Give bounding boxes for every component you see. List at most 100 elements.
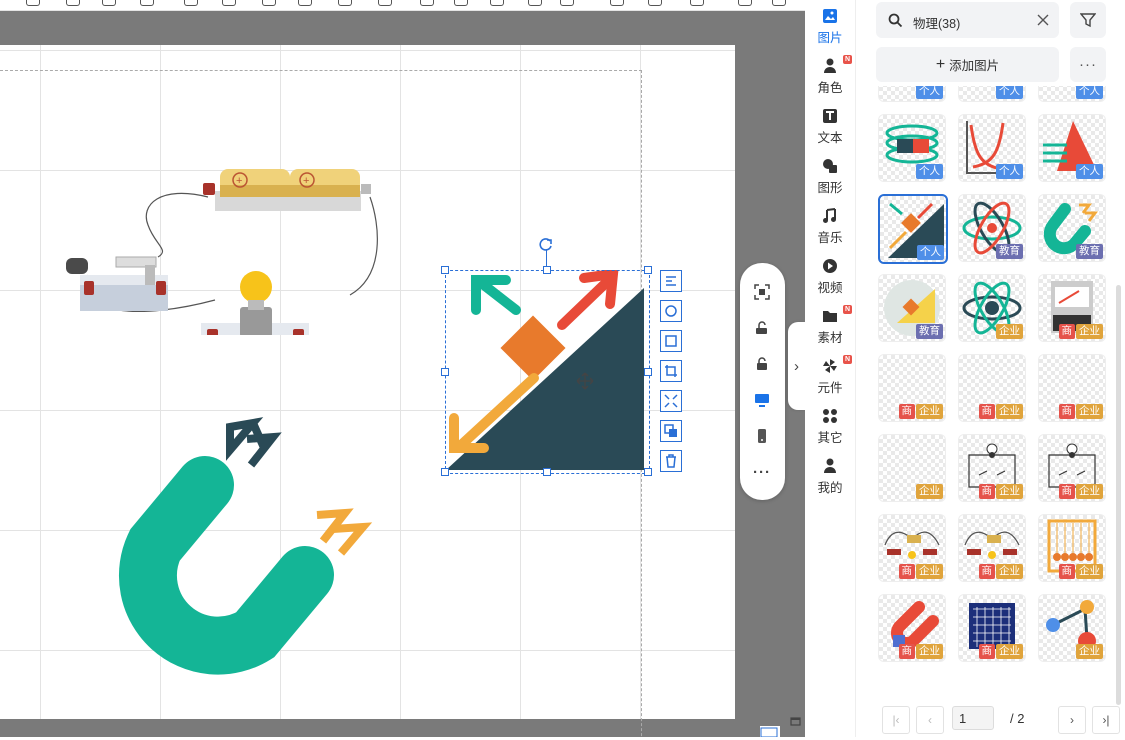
fit-page-icon[interactable] bbox=[760, 726, 780, 738]
tag-ent: 企业 bbox=[996, 644, 1023, 659]
resize-handle[interactable] bbox=[543, 468, 551, 476]
nav-item-mine[interactable]: 我的 bbox=[805, 454, 855, 500]
resize-handle[interactable] bbox=[441, 266, 449, 274]
toolbar-icon[interactable] bbox=[338, 0, 352, 6]
clear-search-icon[interactable] bbox=[1037, 14, 1049, 26]
image-thumb-circuit[interactable]: 商企业 bbox=[1038, 434, 1106, 502]
circuit-illustration[interactable]: + + bbox=[60, 145, 390, 335]
toolbar-icon[interactable] bbox=[66, 0, 80, 6]
expand-tool-icon[interactable] bbox=[660, 390, 682, 412]
tag-ent: 企业 bbox=[1076, 564, 1103, 579]
image-thumb-pie[interactable]: 教育 bbox=[878, 274, 946, 342]
resize-handle[interactable] bbox=[644, 266, 652, 274]
resize-handle[interactable] bbox=[441, 368, 449, 376]
image-thumb-blank[interactable]: 商企业 bbox=[878, 354, 946, 422]
editor-canvas[interactable]: + + ··· › bbox=[0, 11, 805, 737]
image-thumb-atom[interactable]: 教育 bbox=[958, 194, 1026, 262]
toolbar-icon[interactable] bbox=[222, 0, 236, 6]
fit-tool-icon[interactable] bbox=[660, 330, 682, 352]
nav-item-text[interactable]: 文本 bbox=[805, 104, 855, 150]
image-thumb-wires[interactable]: 商企业 bbox=[958, 514, 1026, 582]
toolbar-icon[interactable] bbox=[610, 0, 624, 6]
toolbar-icon[interactable] bbox=[454, 0, 468, 6]
toolbar-icon[interactable] bbox=[298, 0, 312, 6]
toolbar-icon[interactable] bbox=[378, 0, 392, 6]
image-thumb-magnet[interactable]: 教育 bbox=[1038, 194, 1106, 262]
toolbar-icon[interactable] bbox=[772, 0, 786, 6]
next-page-button[interactable]: › bbox=[1058, 706, 1086, 734]
image-thumb[interactable]: 个人 bbox=[1038, 86, 1106, 102]
image-thumb-diag[interactable]: 个人 bbox=[878, 194, 948, 264]
nav-item-characters[interactable]: 角色 N bbox=[805, 54, 855, 100]
toolbar-icon[interactable] bbox=[690, 0, 704, 6]
tag-com: 商 bbox=[978, 644, 995, 659]
tag-personal: 个人 bbox=[996, 86, 1023, 99]
toolbar-icon[interactable] bbox=[738, 0, 752, 6]
first-page-button[interactable]: |‹ bbox=[882, 706, 910, 734]
image-thumb-blank[interactable]: 企业 bbox=[878, 434, 946, 502]
image-thumb-coil[interactable]: 个人 bbox=[878, 114, 946, 182]
more-label: ··· bbox=[1079, 56, 1097, 73]
undo-icon[interactable] bbox=[751, 317, 773, 339]
mobile-view-icon[interactable] bbox=[751, 425, 773, 447]
nav-item-images[interactable]: 图片 bbox=[805, 4, 855, 50]
nav-item-components[interactable]: 元件 N bbox=[805, 354, 855, 400]
nav-item-shapes[interactable]: 图形 bbox=[805, 154, 855, 200]
toolbar-icon[interactable] bbox=[560, 0, 574, 6]
collapse-panel-button[interactable]: › bbox=[788, 322, 805, 410]
nav-item-other[interactable]: 其它 bbox=[805, 404, 855, 450]
more-options-button[interactable]: ··· bbox=[1070, 47, 1106, 82]
desktop-view-icon[interactable] bbox=[751, 389, 773, 411]
layer-tool-icon[interactable] bbox=[660, 420, 682, 442]
selection-box[interactable] bbox=[445, 270, 650, 474]
image-thumb-umagnet[interactable]: 商企业 bbox=[878, 594, 946, 662]
image-thumb-chip[interactable]: 商企业 bbox=[958, 594, 1026, 662]
image-thumb-graph[interactable]: 个人 bbox=[958, 114, 1026, 182]
nav-item-video[interactable]: 视频 bbox=[805, 254, 855, 300]
image-thumb-cradle[interactable]: 商企业 bbox=[1038, 514, 1106, 582]
toolbar-icon[interactable] bbox=[420, 0, 434, 6]
page-number-input[interactable]: 1 bbox=[952, 706, 994, 730]
animation-tool-icon[interactable] bbox=[660, 300, 682, 322]
image-thumb[interactable]: 个人 bbox=[958, 86, 1026, 102]
unlock-icon[interactable] bbox=[751, 353, 773, 375]
image-thumb-molecule[interactable]: 企业 bbox=[1038, 594, 1106, 662]
add-image-button[interactable]: + 添加图片 bbox=[876, 47, 1059, 82]
image-thumb[interactable]: 个人 bbox=[878, 86, 946, 102]
resize-handle[interactable] bbox=[644, 368, 652, 376]
toolbar-icon[interactable] bbox=[490, 0, 504, 6]
filter-button[interactable] bbox=[1070, 2, 1106, 38]
toolbar-icon[interactable] bbox=[140, 0, 154, 6]
magnet-illustration[interactable] bbox=[105, 415, 375, 675]
toolbar-icon[interactable] bbox=[262, 0, 276, 6]
image-thumb-blank[interactable]: 商企业 bbox=[958, 354, 1026, 422]
toolbar-icon[interactable] bbox=[26, 0, 40, 6]
image-thumb-wires[interactable]: 商企业 bbox=[878, 514, 946, 582]
image-thumb-atom2[interactable]: 企业 bbox=[958, 274, 1026, 342]
scrollbar[interactable] bbox=[1116, 285, 1121, 705]
image-thumb-blank[interactable]: 商企业 bbox=[1038, 354, 1106, 422]
image-thumb-circuit[interactable]: 商企业 bbox=[958, 434, 1026, 502]
image-grid: 个人 个人 个人 个人 个人 个人 个人 教育 教育 教育 企业商企业商企业商企业商企业 企业商企业商… bbox=[874, 86, 1110, 706]
rotate-icon[interactable] bbox=[538, 237, 554, 253]
image-thumb-meter[interactable]: 商企业 bbox=[1038, 274, 1106, 342]
toolbar-icon[interactable] bbox=[648, 0, 662, 6]
nav-item-music[interactable]: 音乐 bbox=[805, 204, 855, 250]
delete-tool-icon[interactable] bbox=[660, 450, 682, 472]
toolbar-icon[interactable] bbox=[184, 0, 198, 6]
resize-handle[interactable] bbox=[441, 468, 449, 476]
nav-item-material[interactable]: 素材 N bbox=[805, 304, 855, 350]
more-icon[interactable]: ··· bbox=[751, 461, 773, 483]
prev-page-button[interactable]: ‹ bbox=[916, 706, 944, 734]
minimize-icon[interactable] bbox=[790, 716, 802, 728]
search-input[interactable]: 物理(38) bbox=[876, 2, 1059, 38]
crop-tool-icon[interactable] bbox=[660, 360, 682, 382]
toolbar-icon[interactable] bbox=[528, 0, 542, 6]
toolbar-icon[interactable] bbox=[102, 0, 116, 6]
align-tool-icon[interactable] bbox=[660, 270, 682, 292]
fullscreen-icon[interactable] bbox=[751, 281, 773, 303]
last-page-button[interactable]: ›| bbox=[1092, 706, 1120, 734]
resize-handle[interactable] bbox=[644, 468, 652, 476]
image-thumb-prism[interactable]: 个人 bbox=[1038, 114, 1106, 182]
resize-handle[interactable] bbox=[543, 266, 551, 274]
